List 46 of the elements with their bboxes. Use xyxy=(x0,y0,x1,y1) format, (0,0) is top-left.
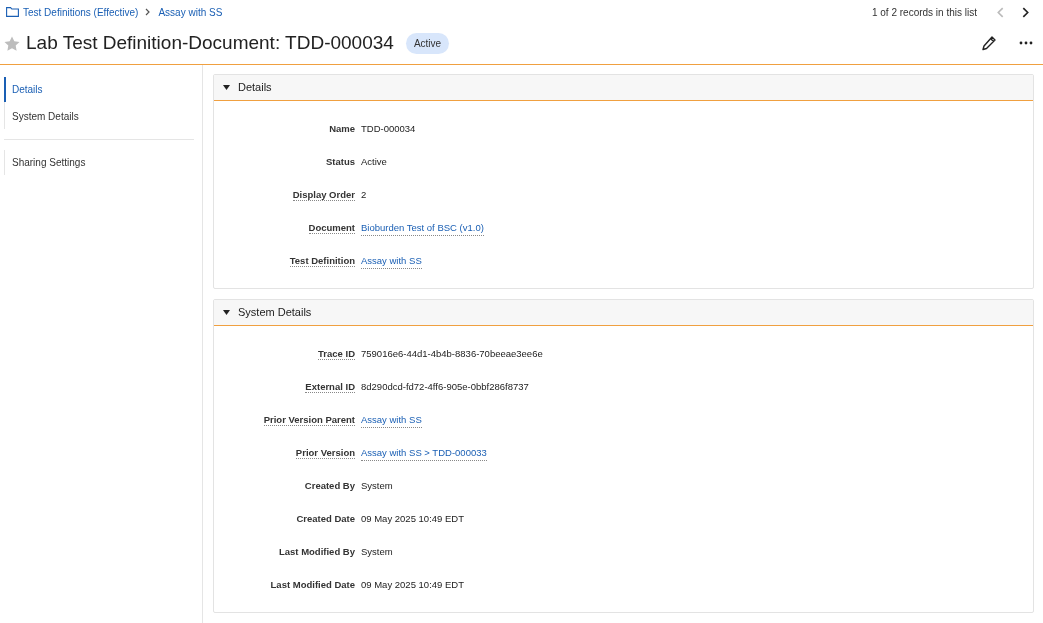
star-icon xyxy=(4,35,20,51)
field-label: Display Order xyxy=(292,189,355,201)
field-link[interactable]: Assay with SS xyxy=(361,254,422,270)
breadcrumb-link[interactable]: Assay with SS xyxy=(158,4,223,20)
field-value: 2 xyxy=(361,188,367,202)
field-label: Last Modified Date xyxy=(270,579,355,590)
caret-icon xyxy=(223,85,230,90)
field-label: Created By xyxy=(304,480,355,491)
chevron-right-icon xyxy=(145,8,152,16)
status-badge: Active xyxy=(405,32,450,54)
field-value: System xyxy=(361,479,393,493)
field-label: Prior Version Parent xyxy=(263,414,355,426)
field-label: Prior Version xyxy=(295,447,355,459)
field-label: Status xyxy=(325,156,355,167)
field-label: Created Date xyxy=(296,513,355,524)
folder-icon xyxy=(6,7,19,17)
breadcrumb-link[interactable]: Test Definitions (Effective) xyxy=(6,4,139,20)
more-button[interactable] xyxy=(1017,39,1035,47)
record-title: Lab Test Definition-Document: TDD-000034 xyxy=(26,30,394,55)
field-link[interactable]: Bioburden Test of BSC (v1.0) xyxy=(361,221,484,237)
field-label: External ID xyxy=(305,381,355,393)
field-label: Trace ID xyxy=(318,348,355,360)
pencil-icon xyxy=(981,35,997,51)
field-value: Active xyxy=(361,155,387,169)
section-header[interactable]: Details xyxy=(214,75,1033,101)
field-value: TDD-000034 xyxy=(361,122,416,136)
field-link[interactable]: Assay with SS xyxy=(361,413,422,429)
chevron-left-icon xyxy=(997,6,1004,18)
field-value: 8d290dcd-fd72-4ff6-905e-0bbf286f8737 xyxy=(361,380,529,394)
field-value: 759016e6-44d1-4b4b-8836-70beeae3ee6e xyxy=(361,347,543,361)
more-icon xyxy=(1019,41,1033,45)
field-label: Name xyxy=(329,123,355,134)
caret-icon xyxy=(223,310,230,315)
record-count: 1 of 2 records in this list xyxy=(871,5,977,20)
section-header[interactable]: System Details xyxy=(214,300,1033,326)
field-label: Test Definition xyxy=(289,255,355,267)
field-label: Last Modified By xyxy=(279,546,355,557)
sidebar-item[interactable]: Details xyxy=(4,77,200,102)
sidebar-item[interactable]: System Details xyxy=(4,104,200,129)
field-value: 09 May 2025 10:49 EDT xyxy=(361,512,464,526)
field-link[interactable]: Assay with SS > TDD-000033 xyxy=(361,446,487,462)
field-value: 09 May 2025 10:49 EDT xyxy=(361,578,464,592)
sidebar-item[interactable]: Sharing Settings xyxy=(4,150,200,175)
chevron-right-icon xyxy=(1022,6,1029,18)
field-value: System xyxy=(361,545,393,559)
field-label: Document xyxy=(308,222,355,234)
